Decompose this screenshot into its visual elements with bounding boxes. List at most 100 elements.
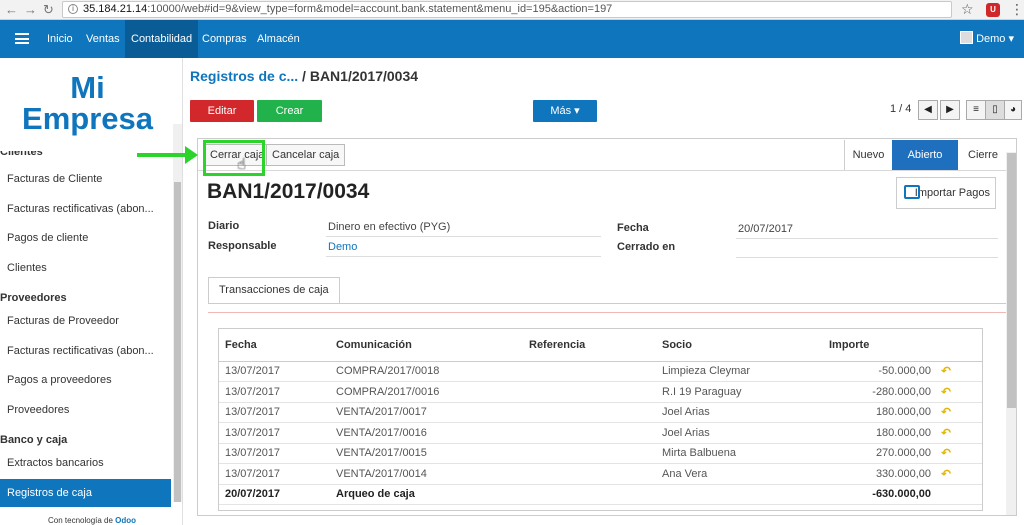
reconcile-arrow-icon[interactable]: ↶ xyxy=(941,364,951,378)
pager-value[interactable]: 1 / 4 xyxy=(890,103,911,115)
sidebar-item-rectificativas-proveedor[interactable]: Facturas rectificativas (abon... xyxy=(0,337,171,365)
user-menu[interactable]: Demo ▾ xyxy=(960,31,1014,45)
tab-divider xyxy=(208,303,1006,304)
reconcile-arrow-icon[interactable]: ↶ xyxy=(941,385,951,399)
edit-button[interactable]: Editar xyxy=(190,100,254,122)
sidebar-item-pagos-proveedores[interactable]: Pagos a proveedores xyxy=(0,366,171,394)
col-socio[interactable]: Socio xyxy=(656,329,823,362)
cell-referencia xyxy=(523,381,656,403)
cell-fecha: 13/07/2017 xyxy=(219,422,330,444)
table-row-total[interactable]: 20/07/2017 Arqueo de caja -630.000,00 xyxy=(219,484,982,505)
sidebar-item-facturas-cliente[interactable]: Facturas de Cliente xyxy=(0,165,171,193)
reconcile-arrow-icon[interactable]: ↶ xyxy=(941,446,951,460)
more-button[interactable]: Más ▾ xyxy=(533,100,597,122)
cell-fecha: 13/07/2017 xyxy=(219,463,330,485)
sidebar-item-registros-caja[interactable]: Registros de caja xyxy=(0,479,171,507)
cell-fecha: 20/07/2017 xyxy=(219,484,330,505)
cell-comunicacion: Arqueo de caja xyxy=(330,484,523,505)
address-bar[interactable]: i 35.184.21.14:10000/web#id=9&view_type=… xyxy=(62,1,952,18)
info-icon[interactable]: i xyxy=(68,4,78,14)
stage-abierto[interactable]: Abierto xyxy=(892,140,958,170)
form-view-icon[interactable]: ▯ xyxy=(985,100,1005,120)
breadcrumb-parent[interactable]: Registros de c... xyxy=(190,68,298,84)
hamburger-menu-icon[interactable] xyxy=(15,33,29,44)
menu-contabilidad[interactable]: Contabilidad xyxy=(125,20,199,58)
sidebar-section-proveedores: Proveedores xyxy=(0,292,67,304)
cell-comunicacion: VENTA/2017/0014 xyxy=(330,463,523,485)
cell-importe: 180.000,00 xyxy=(823,402,935,423)
logo-line1: Mi xyxy=(70,70,105,105)
record-title: BAN1/2017/0034 xyxy=(207,180,370,203)
forward-arrow-icon[interactable]: → xyxy=(24,2,37,17)
col-importe[interactable]: Importe xyxy=(823,329,935,362)
sidebar-scrollbar[interactable] xyxy=(173,124,182,502)
cell-importe: 270.000,00 xyxy=(823,443,935,464)
annotation-highlight-box xyxy=(203,140,265,176)
col-comunicacion[interactable]: Comunicación xyxy=(330,329,523,362)
browser-toolbar: ← → ↻ i 35.184.21.14:10000/web#id=9&view… xyxy=(0,0,1024,20)
sidebar-item-extractos[interactable]: Extractos bancarios xyxy=(0,449,171,477)
menu-compras[interactable]: Compras xyxy=(202,20,247,58)
field-underline xyxy=(736,238,998,239)
logo-line2: Empresa xyxy=(22,101,153,136)
fecha-value: 20/07/2017 xyxy=(738,223,794,235)
table-row[interactable]: 13/07/2017 VENTA/2017/0014 Ana Vera 330.000… xyxy=(219,463,982,485)
table-row[interactable]: 13/07/2017 VENTA/2017/0015 Mirta Balbuena 2… xyxy=(219,443,982,464)
create-button[interactable]: Crear xyxy=(257,100,322,122)
responsable-value[interactable]: Demo xyxy=(328,241,357,253)
cell-comunicacion: COMPRA/2017/0018 xyxy=(330,361,523,382)
menu-ventas[interactable]: Ventas xyxy=(86,20,120,58)
stage-cierre[interactable]: Cierre xyxy=(964,140,1002,170)
avatar xyxy=(960,31,974,44)
sidebar-scroll-thumb[interactable] xyxy=(174,182,181,502)
form-scroll-thumb[interactable] xyxy=(1007,153,1016,408)
form-sheet: Cerrar caja Cancelar caja Nuevo Abierto … xyxy=(197,138,1017,516)
cell-socio: Joel Arias xyxy=(656,402,823,423)
sidebar-item-facturas-proveedor[interactable]: Facturas de Proveedor xyxy=(0,307,171,335)
reconcile-arrow-icon[interactable]: ↶ xyxy=(941,405,951,419)
tab-transacciones[interactable]: Transacciones de caja xyxy=(208,277,340,304)
powered-brand[interactable]: Odoo xyxy=(115,516,136,525)
cell-fecha: 13/07/2017 xyxy=(219,402,330,423)
reconcile-arrow-icon[interactable]: ↶ xyxy=(941,426,951,440)
cell-importe: -280.000,00 xyxy=(823,381,935,403)
list-view-icon[interactable]: ≡ xyxy=(966,100,986,120)
annotation-arrow xyxy=(137,153,187,157)
bookmark-star-icon[interactable]: ☆ xyxy=(961,1,974,18)
cell-socio: Mirta Balbuena xyxy=(656,443,823,464)
pager-previous-icon[interactable]: ◀ xyxy=(918,100,938,120)
stage-nuevo[interactable]: Nuevo xyxy=(844,140,892,170)
cell-referencia xyxy=(523,361,656,382)
back-arrow-icon[interactable]: ← xyxy=(5,2,18,17)
sidebar-item-pagos-cliente[interactable]: Pagos de cliente xyxy=(0,224,171,252)
field-underline xyxy=(326,236,601,237)
sidebar-item-rectificativas-cliente[interactable]: Facturas rectificativas (abon... xyxy=(0,195,171,223)
import-payments-button[interactable]: Importar Pagos xyxy=(896,177,996,209)
pager-next-icon[interactable]: ▶ xyxy=(940,100,960,120)
table-row[interactable]: 13/07/2017 COMPRA/2017/0016 R.I 19 Paragua… xyxy=(219,381,982,403)
cell-socio: Limpieza Cleymar xyxy=(656,361,823,382)
form-scrollbar[interactable] xyxy=(1006,152,1016,515)
cancel-register-button[interactable]: Cancelar caja xyxy=(266,144,346,166)
breadcrumb-separator: / xyxy=(302,68,306,84)
table-row[interactable]: 13/07/2017 VENTA/2017/0017 Joel Arias 180.0… xyxy=(219,402,982,423)
extension-icon[interactable]: U xyxy=(986,3,1000,17)
sidebar-item-clientes[interactable]: Clientes xyxy=(0,254,171,282)
cell-referencia xyxy=(523,463,656,485)
col-referencia[interactable]: Referencia xyxy=(523,329,656,362)
cell-socio: Ana Vera xyxy=(656,463,823,485)
reload-icon[interactable]: ↻ xyxy=(43,2,54,18)
col-fecha[interactable]: Fecha xyxy=(219,329,330,362)
menu-inicio[interactable]: Inicio xyxy=(47,20,73,58)
cell-fecha: 13/07/2017 xyxy=(219,361,330,382)
activity-view-icon[interactable]: ◕ xyxy=(1004,100,1022,120)
cell-fecha: 13/07/2017 xyxy=(219,443,330,464)
table-row[interactable]: 13/07/2017 VENTA/2017/0016 Joel Arias 180.0… xyxy=(219,422,982,444)
table-row[interactable]: 13/07/2017 COMPRA/2017/0018 Limpieza Cleym… xyxy=(219,361,982,382)
app-topbar: Inicio Ventas Contabilidad Compras Almac… xyxy=(0,20,1024,58)
browser-menu-icon[interactable]: ⋮ xyxy=(1010,1,1024,18)
reconcile-arrow-icon[interactable]: ↶ xyxy=(941,467,951,481)
menu-almacen[interactable]: Almacén xyxy=(257,20,300,58)
powered-prefix: Con tecnología de xyxy=(48,516,113,525)
sidebar-item-proveedores[interactable]: Proveedores xyxy=(0,396,171,424)
